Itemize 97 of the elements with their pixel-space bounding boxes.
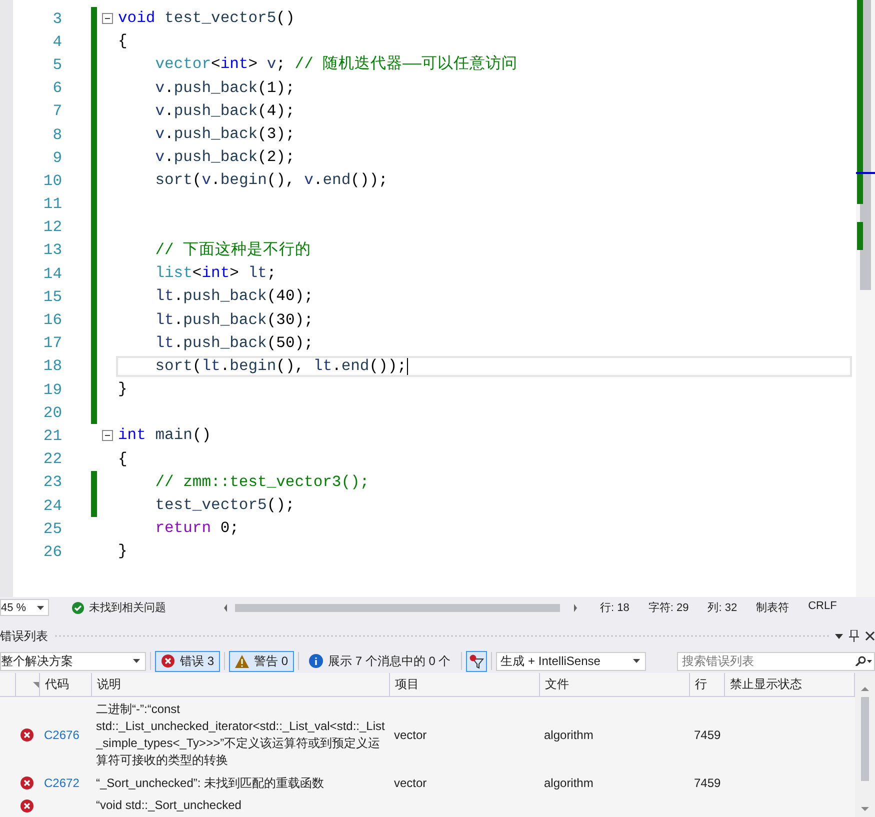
column-header[interactable]: 说明	[97, 676, 121, 693]
filter-button[interactable]: 警告 0	[229, 650, 294, 672]
caret-icon	[632, 659, 640, 663]
line-number: 6	[52, 79, 62, 98]
table-cell: algorithm	[544, 776, 594, 790]
code-line: void test_vector5()	[118, 8, 295, 30]
code-line: test_vector5();	[155, 495, 295, 516]
line-number: 24	[42, 496, 62, 515]
line-number: 26	[42, 542, 62, 561]
code-line: lt.push_back(40);	[155, 286, 314, 308]
line-number: 11	[42, 195, 62, 214]
code-line: v.push_back(4);	[155, 100, 295, 122]
line-number: 12	[42, 218, 62, 236]
close-icon[interactable]	[865, 631, 875, 641]
code-line: }	[118, 541, 128, 562]
zoom-dropdown[interactable]: 45 %	[0, 599, 49, 616]
filter-icon	[468, 654, 484, 668]
code-line: }	[118, 379, 128, 400]
code-line: {	[118, 448, 128, 470]
status-text: 字符: 29	[648, 600, 689, 615]
line-number: 3	[52, 10, 62, 28]
code-line: v.push_back(2);	[155, 147, 295, 168]
line-number: 17	[42, 334, 62, 352]
scope-dropdown[interactable]: 整个解决方案	[0, 652, 146, 670]
table-cell: 7459	[694, 776, 721, 790]
line-number: 18	[42, 357, 62, 376]
error-icon	[161, 654, 175, 668]
search-field[interactable]: 搜索错误列表	[677, 652, 875, 670]
table-cell: algorithm	[544, 728, 594, 742]
search-icon	[854, 656, 872, 666]
code-line: vector<int> v; // 随机迭代器——可以任意访问	[155, 54, 518, 76]
sort-header[interactable]	[16, 673, 40, 697]
warning-icon	[235, 654, 250, 668]
code-line: sort(v.begin(), v.end());	[155, 170, 388, 192]
filter-button[interactable]: 错误 3	[155, 650, 220, 672]
line-number: 9	[52, 148, 62, 167]
line-number: 10	[42, 172, 62, 190]
line-number: 23	[42, 473, 62, 492]
panel-title: 错误列表	[0, 628, 48, 644]
table-cell: vector	[394, 776, 427, 790]
column-header[interactable]: 行	[695, 676, 707, 693]
code-line: lt.push_back(50);	[155, 332, 314, 354]
caret-icon	[133, 659, 140, 663]
error-icon	[20, 728, 34, 742]
code-line: lt.push_back(30);	[155, 310, 314, 331]
line-number: 21	[42, 426, 62, 445]
code-line: int main()	[118, 425, 212, 446]
caret-icon	[37, 606, 44, 610]
source-dropdown[interactable]: 生成 + IntelliSense	[496, 652, 646, 670]
sort-icon	[33, 682, 39, 688]
error-description: “void std::_Sort_unchecked	[96, 797, 242, 814]
table-cell: vector	[394, 728, 427, 742]
filter-toggle-button[interactable]	[466, 650, 487, 672]
line-number: 8	[52, 126, 62, 144]
line-number: 19	[42, 380, 62, 399]
pin-icon[interactable]	[849, 630, 859, 642]
line-number: 13	[42, 241, 62, 260]
column-header[interactable]: 代码	[45, 676, 69, 693]
line-number: 20	[42, 404, 62, 422]
info-icon	[309, 654, 324, 668]
line-number: 22	[42, 450, 62, 468]
collapse-icon[interactable]	[102, 13, 113, 24]
error-description: “_Sort_unchecked”: 未找到匹配的重载函数	[96, 774, 324, 792]
status-text: 行: 18	[600, 601, 630, 615]
column-header[interactable]: 禁止显示状态	[730, 676, 802, 693]
code-line: sort(lt.begin(), lt.end());	[155, 356, 406, 377]
code-line: {	[118, 31, 128, 52]
code-line: return 0;	[155, 518, 239, 540]
error-description: 二进制“-”:“const std::_List_unchecked_iterator<std::_List_val<std::_List_simple_types<_Ty>>>”不定义该运算符或到预定义运算符可接收的类型的转换	[96, 701, 386, 770]
check-icon	[72, 602, 84, 614]
table-cell: 7459	[694, 728, 721, 742]
status-text: CRLF	[808, 600, 837, 614]
line-number: 7	[52, 102, 62, 120]
line-number: 15	[42, 288, 62, 306]
code-line: v.push_back(3);	[155, 124, 295, 146]
code-line: // zmm::test_vector3();	[155, 472, 370, 493]
status-text: 制表符	[756, 601, 790, 615]
line-number: 4	[52, 32, 62, 51]
error-code-link[interactable]: C2672	[44, 776, 80, 790]
column-header[interactable]: 项目	[395, 676, 419, 693]
filter-button[interactable]: 展示 7 个消息中的 0 个	[303, 650, 457, 672]
dropdown-icon[interactable]	[835, 634, 843, 638]
code-line: // 下面这种是不行的	[155, 240, 312, 261]
line-number: 16	[42, 311, 62, 330]
error-code-link[interactable]: C2676	[44, 728, 80, 742]
error-icon	[20, 798, 34, 813]
line-number: 14	[42, 264, 62, 283]
issues-status: 未找到相关问题	[89, 600, 166, 615]
collapse-icon[interactable]	[102, 430, 113, 442]
text-cursor	[407, 358, 408, 375]
line-number: 25	[42, 520, 62, 538]
error-icon	[20, 776, 34, 790]
code-line: v.push_back(1);	[155, 78, 295, 99]
column-header[interactable]: 文件	[545, 676, 569, 693]
code-line: list<int> lt;	[155, 263, 276, 284]
line-number: 5	[52, 56, 62, 74]
status-text: 列: 32	[708, 601, 738, 615]
